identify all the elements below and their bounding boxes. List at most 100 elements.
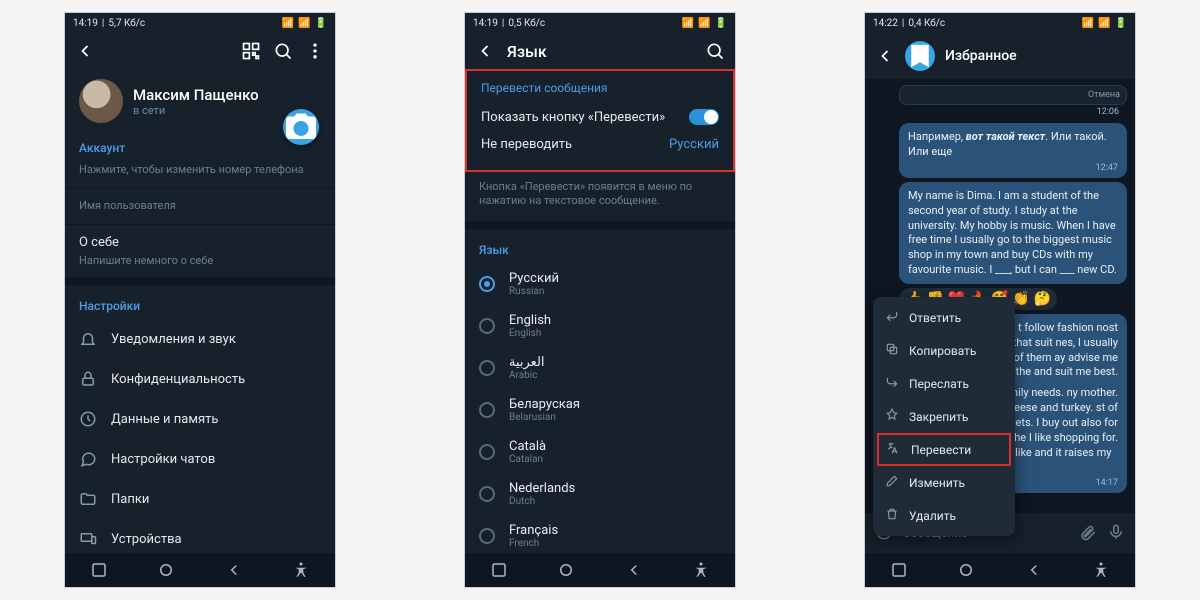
show-translate-button-toggle[interactable]: Показать кнопку «Перевести» <box>481 103 719 131</box>
language-option[interactable]: NederlandsDutch <box>465 473 735 515</box>
avatar[interactable] <box>79 79 123 123</box>
bell-icon <box>79 330 97 348</box>
menu-copy[interactable]: Копировать <box>873 334 1015 367</box>
nav-home-icon[interactable] <box>557 561 575 579</box>
radio-icon[interactable] <box>479 360 495 376</box>
language-option[interactable]: БеларускаяBelarusian <box>465 389 735 431</box>
translate-icon <box>887 441 901 458</box>
nav-accessibility-icon[interactable] <box>1092 561 1110 579</box>
language-name: Nederlands <box>509 481 575 496</box>
change-photo-button[interactable] <box>283 109 319 145</box>
forwarded-preview-card[interactable]: Отмена <box>899 85 1127 105</box>
menu-translate[interactable]: Перевести <box>877 433 1011 466</box>
status-time: 14:19 <box>73 18 98 29</box>
settings-notifications[interactable]: Уведомления и звук <box>65 319 335 359</box>
search-icon[interactable] <box>273 41 293 61</box>
settings-folders[interactable]: Папки <box>65 479 335 519</box>
radio-icon[interactable] <box>479 444 495 460</box>
do-not-translate-row[interactable]: Не переводить Русский <box>481 131 719 158</box>
radio-icon[interactable] <box>479 402 495 418</box>
language-subtitle: Dutch <box>509 496 575 507</box>
settings-data[interactable]: Данные и память <box>65 399 335 439</box>
language-option[interactable]: РусскийRussian <box>465 263 735 305</box>
chat-icon <box>79 450 97 468</box>
language-subtitle: Catalan <box>509 454 546 465</box>
username-label[interactable]: Имя пользователя <box>65 191 335 222</box>
appbar <box>65 33 335 69</box>
language-option[interactable]: EnglishEnglish <box>465 305 735 347</box>
nav-home-icon[interactable] <box>957 561 975 579</box>
language-name: Català <box>509 439 546 454</box>
translate-header: Перевести сообщения <box>481 81 719 103</box>
chat-message[interactable]: Например, вот такой текст. Или такой. Ил… <box>899 123 1127 178</box>
radio-icon[interactable] <box>479 276 495 292</box>
nav-recents-icon[interactable] <box>490 561 508 579</box>
more-icon[interactable] <box>305 41 325 61</box>
data-icon <box>79 410 97 428</box>
radio-icon[interactable] <box>479 318 495 334</box>
back-icon[interactable] <box>475 41 495 61</box>
toggle-on-icon[interactable] <box>689 109 719 125</box>
bio-title[interactable]: О себе <box>65 227 335 252</box>
screen-settings: 14:19 | 5,7 Кб/с 📶📶🔋 Максим Пащенко в се… <box>64 12 336 588</box>
section-language: Язык <box>465 229 735 263</box>
language-option[interactable]: FrançaisFrench <box>465 515 735 557</box>
attach-icon[interactable] <box>1079 523 1097 544</box>
search-icon[interactable] <box>705 41 725 61</box>
radio-icon[interactable] <box>479 528 495 544</box>
menu-edit[interactable]: Изменить <box>873 466 1015 499</box>
nav-back-icon[interactable] <box>625 561 643 579</box>
language-subtitle: English <box>509 328 551 339</box>
language-subtitle: Belarusian <box>509 412 580 423</box>
chat-message[interactable]: My name is Dima. I am a student of the s… <box>899 182 1127 284</box>
bio-hint: Напишите немного о себе <box>65 252 335 277</box>
saved-messages-icon[interactable] <box>905 41 935 71</box>
language-subtitle: French <box>509 538 558 549</box>
menu-delete[interactable]: Удалить <box>873 499 1015 532</box>
language-name: English <box>509 313 551 328</box>
chat-body[interactable]: Отмена 12:06 Например, вот такой текст. … <box>865 79 1135 553</box>
language-option[interactable]: العربيةArabic <box>465 347 735 389</box>
language-option[interactable]: CatalàCatalan <box>465 431 735 473</box>
nav-recents-icon[interactable] <box>90 561 108 579</box>
status-speed: 5,7 Кб/с <box>108 18 145 29</box>
forward-icon <box>885 375 899 392</box>
chat-title[interactable]: Избранное <box>945 48 1017 64</box>
radio-icon[interactable] <box>479 486 495 502</box>
nav-back-icon[interactable] <box>225 561 243 579</box>
screen-language: 14:19 | 0,5 Кб/с 📶📶🔋 Язык Перевести сооб… <box>464 12 736 588</box>
nav-home-icon[interactable] <box>157 561 175 579</box>
mini-card-time: 12:06 <box>871 107 1129 119</box>
edit-icon <box>885 474 899 491</box>
phone-hint[interactable]: Нажмите, чтобы изменить номер телефона <box>65 161 335 186</box>
trash-icon <box>885 507 899 524</box>
settings-privacy[interactable]: Конфиденциальность <box>65 359 335 399</box>
reaction-emoji[interactable]: 🤔 <box>1034 291 1051 307</box>
nav-recents-icon[interactable] <box>890 561 908 579</box>
nav-accessibility-icon[interactable] <box>292 561 310 579</box>
page-title: Язык <box>507 42 547 61</box>
status-time: 14:22 <box>873 18 898 29</box>
language-list: РусскийRussianEnglishEnglishالعربيةArabi… <box>465 263 735 588</box>
status-time: 14:19 <box>473 18 498 29</box>
appbar: Язык <box>465 33 735 69</box>
android-navbar <box>65 553 335 587</box>
menu-forward[interactable]: Переслать <box>873 367 1015 400</box>
back-icon[interactable] <box>75 41 95 61</box>
status-icons: 📶📶🔋 <box>682 18 727 29</box>
menu-reply[interactable]: Ответить <box>873 301 1015 334</box>
settings-chat[interactable]: Настройки чатов <box>65 439 335 479</box>
menu-pin[interactable]: Закрепить <box>873 400 1015 433</box>
nav-accessibility-icon[interactable] <box>692 561 710 579</box>
section-settings: Настройки <box>65 285 335 319</box>
reply-icon <box>885 309 899 326</box>
nav-back-icon[interactable] <box>1025 561 1043 579</box>
language-name: العربية <box>509 355 545 370</box>
back-icon[interactable] <box>875 46 895 66</box>
profile-name: Максим Пащенко <box>133 86 259 104</box>
folder-icon <box>79 490 97 508</box>
copy-icon <box>885 342 899 359</box>
qr-icon[interactable] <box>241 41 261 61</box>
mic-icon[interactable] <box>1107 523 1125 544</box>
chat-appbar: Избранное <box>865 33 1135 79</box>
